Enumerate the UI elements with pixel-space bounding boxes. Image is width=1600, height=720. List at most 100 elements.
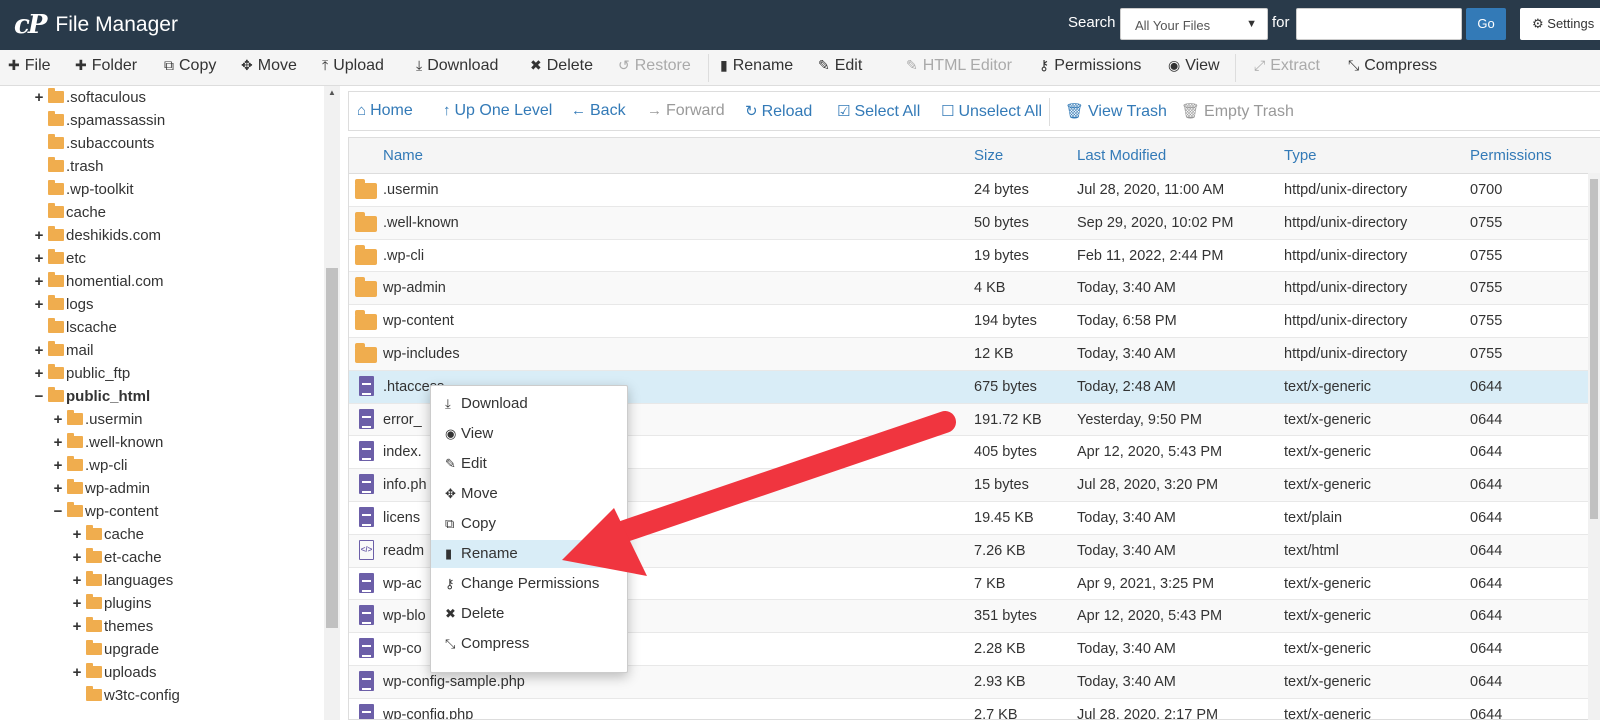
tree-item-public-html[interactable]: − public_html xyxy=(32,385,150,407)
context-menu-rename[interactable]: ▮ Rename xyxy=(431,540,627,568)
toolbar-download-button[interactable]: ⤓ Download xyxy=(416,57,498,75)
expand-icon[interactable]: + xyxy=(70,595,84,612)
tree-item-subaccounts[interactable]: .subaccounts xyxy=(32,132,154,154)
expand-icon[interactable]: + xyxy=(51,480,65,497)
expand-icon[interactable]: + xyxy=(32,89,46,106)
collapse-icon[interactable]: − xyxy=(32,388,46,405)
context-menu-download[interactable]: ⤓ Download xyxy=(431,390,627,418)
context-menu-edit[interactable]: ✎ Edit xyxy=(431,450,627,478)
tree-item-wp-content[interactable]: − wp-content xyxy=(51,500,158,522)
expand-icon[interactable]: + xyxy=(32,227,46,244)
expand-icon[interactable]: + xyxy=(32,365,46,382)
tree-item-mail[interactable]: + mail xyxy=(32,339,94,361)
tree-item-lscache[interactable]: lscache xyxy=(32,316,117,338)
context-menu-copy[interactable]: ⧉ Copy xyxy=(431,510,627,538)
table-scrollbar-thumb[interactable] xyxy=(1590,179,1598,519)
cell-name[interactable]: wp-ac xyxy=(383,576,422,592)
settings-button[interactable]: ⚙ Settings xyxy=(1520,8,1600,40)
expand-icon[interactable]: + xyxy=(51,457,65,474)
expand-icon[interactable]: + xyxy=(32,273,46,290)
column-header-last-modified[interactable]: Last Modified xyxy=(1077,147,1166,164)
tree-item-plugins[interactable]: + plugins xyxy=(70,592,152,614)
cell-name[interactable]: .usermin xyxy=(383,182,439,198)
nav-reload-button[interactable]: ↻ Reload xyxy=(745,102,812,121)
table-scrollbar[interactable] xyxy=(1588,173,1600,720)
toolbar-rename-button[interactable]: ▮ Rename xyxy=(720,57,793,75)
toolbar-folder-button[interactable]: ✚ Folder xyxy=(75,57,137,75)
cell-name[interactable]: info.ph xyxy=(383,477,427,493)
go-button[interactable]: Go xyxy=(1466,8,1506,40)
tree-item-cache[interactable]: + cache xyxy=(70,523,144,545)
cell-name[interactable]: .wp-cli xyxy=(383,248,424,264)
column-header-size[interactable]: Size xyxy=(974,147,1003,164)
expand-icon[interactable]: + xyxy=(70,664,84,681)
nav-home-button[interactable]: ⌂ Home xyxy=(357,102,413,120)
expand-icon[interactable]: + xyxy=(70,549,84,566)
table-row[interactable]: wp-config.php 2.7 KB Jul 28, 2020, 2:17 PM… xyxy=(349,699,1600,719)
nav-select-all-button[interactable]: ☑ Select All xyxy=(837,102,920,121)
collapse-icon[interactable]: − xyxy=(51,503,65,520)
tree-item-wp-admin[interactable]: + wp-admin xyxy=(51,477,150,499)
expand-icon[interactable]: + xyxy=(32,342,46,359)
tree-item-logs[interactable]: + logs xyxy=(32,293,94,315)
expand-icon[interactable]: + xyxy=(51,411,65,428)
tree-item-spamassassin[interactable]: .spamassassin xyxy=(32,109,165,131)
tree-item-etc[interactable]: + etc xyxy=(32,247,86,269)
expand-icon[interactable]: + xyxy=(70,572,84,589)
toolbar-file-button[interactable]: ✚ File xyxy=(8,57,51,75)
context-menu-change-permissions[interactable]: ⚷ Change Permissions xyxy=(431,570,627,598)
expand-icon[interactable]: + xyxy=(70,618,84,635)
toolbar-compress-button[interactable]: ⤡ Compress xyxy=(1348,57,1437,75)
expand-icon[interactable]: + xyxy=(32,250,46,267)
tree-item-languages[interactable]: + languages xyxy=(70,569,173,591)
tree-item-et-cache[interactable]: + et-cache xyxy=(70,546,162,568)
toolbar-move-button[interactable]: ✥ Move xyxy=(241,57,297,75)
tree-item-public-ftp[interactable]: + public_ftp xyxy=(32,362,130,384)
nav-up-one-level-button[interactable]: ↑ Up One Level xyxy=(443,102,552,120)
context-menu-compress[interactable]: ⤡ Compress xyxy=(431,630,627,658)
tree-scrollbar-thumb[interactable] xyxy=(326,268,338,628)
context-menu-move[interactable]: ✥ Move xyxy=(431,480,627,508)
tree-item-trash[interactable]: .trash xyxy=(32,155,104,177)
toolbar-upload-button[interactable]: ⤒ Upload xyxy=(322,57,384,75)
toolbar-view-button[interactable]: ◉ View xyxy=(1168,57,1220,75)
tree-scrollbar[interactable]: ▲ xyxy=(324,86,340,720)
tree-item-softaculous[interactable]: + .softaculous xyxy=(32,86,146,108)
tree-item-usermin[interactable]: + .usermin xyxy=(51,408,143,430)
tree-item-upgrade[interactable]: upgrade xyxy=(70,638,159,660)
tree-item-homential-com[interactable]: + homential.com xyxy=(32,270,164,292)
cell-name[interactable]: .well-known xyxy=(383,215,459,231)
cell-name[interactable]: wp-blo xyxy=(383,608,426,624)
table-row[interactable]: wp-content 194 bytes Today, 6:58 PM httpd/u… xyxy=(349,305,1600,338)
column-header-type[interactable]: Type xyxy=(1284,147,1317,164)
context-menu-view[interactable]: ◉ View xyxy=(431,420,627,448)
toolbar-delete-button[interactable]: ✖ Delete xyxy=(530,57,593,75)
cell-name[interactable]: wp-config-sample.php xyxy=(383,674,525,690)
scroll-up-icon[interactable]: ▲ xyxy=(328,88,336,97)
table-row[interactable]: wp-admin 4 KB Today, 3:40 AM httpd/unix-dir… xyxy=(349,272,1600,306)
expand-icon[interactable]: + xyxy=(51,434,65,451)
column-header-permissions[interactable]: Permissions xyxy=(1470,147,1552,164)
cell-name[interactable]: index. xyxy=(383,444,422,460)
cell-name[interactable]: wp-includes xyxy=(383,346,460,362)
tree-item-wp-toolkit[interactable]: .wp-toolkit xyxy=(32,178,134,200)
cell-name[interactable]: error_ xyxy=(383,412,422,428)
tree-item-uploads[interactable]: + uploads xyxy=(70,661,157,683)
toolbar-permissions-button[interactable]: ⚷ Permissions xyxy=(1039,57,1141,75)
table-row[interactable]: .well-known 50 bytes Sep 29, 2020, 10:02 P… xyxy=(349,206,1600,240)
column-header-name[interactable]: Name xyxy=(383,147,423,164)
cell-name[interactable]: licens xyxy=(383,510,420,526)
expand-icon[interactable]: + xyxy=(32,296,46,313)
tree-item-wp-cli[interactable]: + .wp-cli xyxy=(51,454,128,476)
table-row[interactable]: wp-includes 12 KB Today, 3:40 AM httpd/unix… xyxy=(349,337,1600,371)
toolbar-copy-button[interactable]: ⧉ Copy xyxy=(164,57,216,75)
search-input[interactable] xyxy=(1296,8,1462,40)
tree-item-well-known[interactable]: + .well-known xyxy=(51,431,163,453)
context-menu-delete[interactable]: ✖ Delete xyxy=(431,600,627,628)
tree-item-deshikids-com[interactable]: + deshikids.com xyxy=(32,224,161,246)
toolbar-edit-button[interactable]: ✎ Edit xyxy=(818,57,862,75)
cell-name[interactable]: readm xyxy=(383,543,424,559)
tree-item-w3tc-config[interactable]: w3tc-config xyxy=(70,684,180,706)
expand-icon[interactable]: + xyxy=(70,526,84,543)
cell-name[interactable]: wp-config.php xyxy=(383,707,473,719)
